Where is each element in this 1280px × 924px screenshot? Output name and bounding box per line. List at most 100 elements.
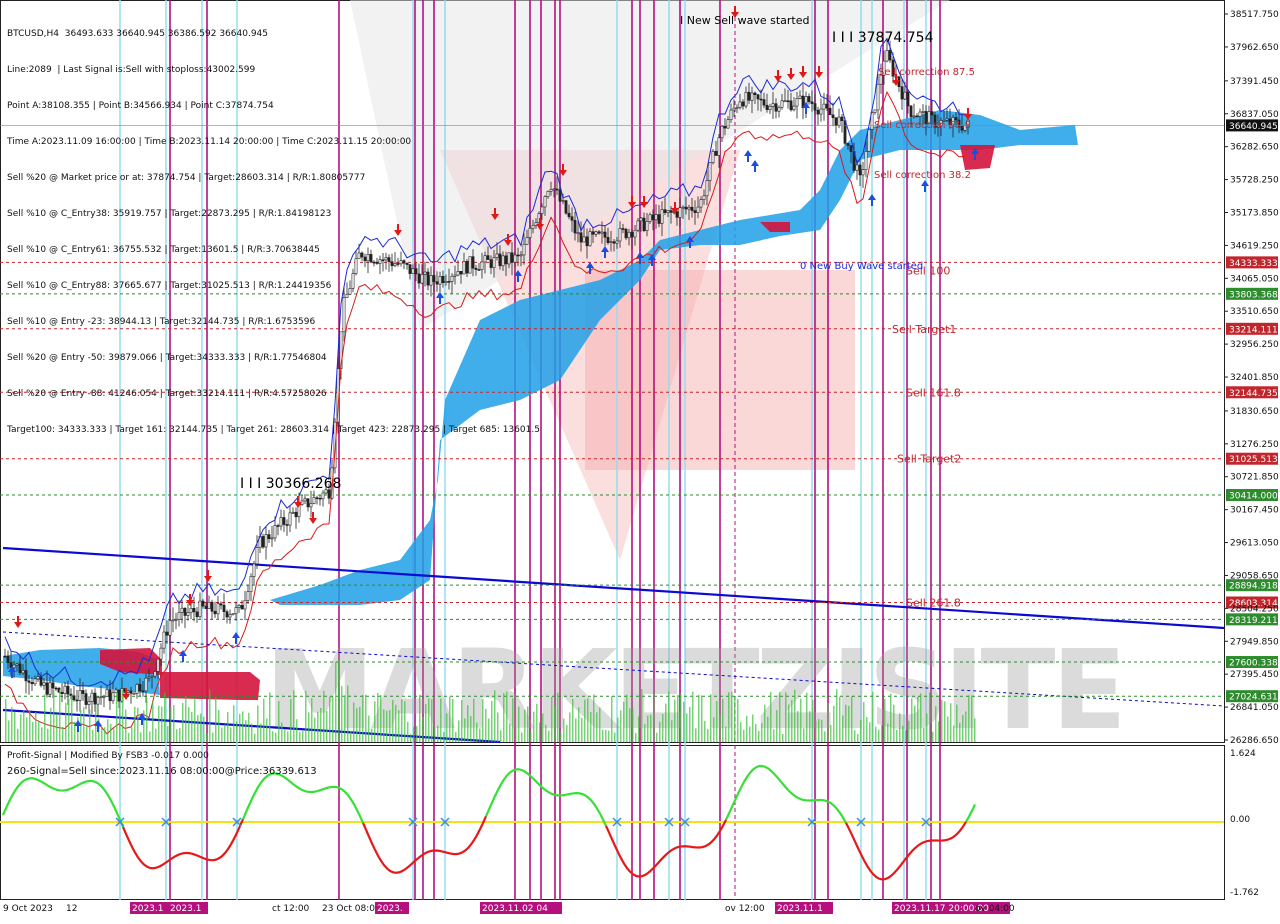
candle-body bbox=[837, 116, 841, 126]
candle-body bbox=[798, 95, 802, 99]
volume-bar bbox=[377, 693, 379, 742]
candle-body bbox=[306, 498, 310, 508]
current-price-value: 36640.945 bbox=[1229, 122, 1278, 132]
candle-body bbox=[555, 188, 559, 191]
candle-body bbox=[921, 111, 925, 113]
volume-bar bbox=[137, 707, 139, 742]
volume-bar bbox=[605, 729, 607, 742]
candle-body bbox=[681, 206, 685, 209]
candle-body bbox=[831, 114, 835, 118]
candle-body bbox=[687, 206, 691, 210]
volume-bar bbox=[44, 694, 46, 742]
candle-body bbox=[612, 241, 616, 244]
candle-body bbox=[234, 607, 238, 614]
candle-body bbox=[786, 100, 790, 103]
candle-body bbox=[213, 610, 217, 615]
volume-bar bbox=[608, 730, 610, 742]
volume-bar bbox=[623, 701, 625, 742]
candle-body bbox=[732, 107, 736, 111]
price-level-value: 33803.368 bbox=[1229, 290, 1278, 300]
candle-body bbox=[51, 682, 55, 689]
candle-body bbox=[183, 607, 187, 616]
candle-body bbox=[45, 682, 49, 695]
indicator-title: Profit-Signal | Modified By FSB3 -0.017 … bbox=[7, 751, 209, 761]
candle-body bbox=[165, 631, 169, 636]
volume-bar bbox=[839, 696, 841, 742]
candle-body bbox=[174, 619, 178, 621]
volume-bar bbox=[302, 731, 304, 742]
candle-body bbox=[75, 699, 79, 702]
volume-bar bbox=[791, 700, 793, 742]
volume-bar bbox=[473, 698, 475, 742]
volume-bar bbox=[320, 707, 322, 742]
candle-body bbox=[108, 689, 112, 702]
volume-bar bbox=[524, 709, 526, 742]
volume-bar bbox=[836, 689, 838, 742]
candle-body bbox=[915, 115, 919, 118]
candle-body bbox=[249, 576, 253, 592]
volume-bar bbox=[278, 701, 280, 742]
candle-body bbox=[588, 231, 592, 247]
volume-bar bbox=[701, 695, 703, 742]
volume-bar bbox=[53, 690, 55, 742]
price-axis-label: 35728.250 bbox=[1230, 176, 1279, 186]
time-axis-label: 2023. bbox=[377, 904, 403, 914]
volume-bar bbox=[959, 722, 961, 742]
volume-bar bbox=[968, 695, 970, 742]
volume-bar bbox=[398, 710, 400, 742]
volume-bar bbox=[404, 701, 406, 742]
info-line: Line:2089 | Last Signal is:Sell with sto… bbox=[7, 65, 256, 75]
candle-body bbox=[156, 658, 160, 672]
candle-body bbox=[627, 231, 631, 239]
volume-bar bbox=[41, 727, 43, 742]
time-axis-label: 2023.11.1 bbox=[777, 904, 823, 914]
candle-body bbox=[807, 96, 811, 103]
candle-body bbox=[624, 228, 628, 239]
volume-bar bbox=[260, 723, 262, 742]
volume-bar bbox=[122, 689, 124, 742]
volume-bar bbox=[857, 733, 859, 742]
candle-body bbox=[90, 692, 94, 702]
candle-body bbox=[96, 696, 100, 705]
volume-bar bbox=[707, 729, 709, 742]
volume-bar bbox=[527, 706, 529, 742]
volume-bar bbox=[239, 713, 241, 742]
price-level-value: 34333.333 bbox=[1229, 259, 1278, 269]
volume-bar bbox=[830, 725, 832, 742]
candle-body bbox=[645, 221, 649, 231]
volume-bar bbox=[281, 722, 283, 742]
volume-bar bbox=[158, 705, 160, 742]
volume-bar bbox=[869, 722, 871, 742]
volume-bar bbox=[233, 705, 235, 742]
volume-bar bbox=[719, 714, 721, 742]
volume-bar bbox=[392, 699, 394, 742]
volume-bar bbox=[125, 709, 127, 742]
volume-bar bbox=[194, 698, 196, 742]
chart-window[interactable]: MARKETZISITE 34333.333 Sell 100 33803.368 33… bbox=[0, 0, 1280, 920]
volume-bar bbox=[419, 694, 421, 742]
volume-bar bbox=[479, 728, 481, 742]
candle-body bbox=[693, 210, 697, 213]
volume-bar bbox=[815, 720, 817, 742]
volume-bar bbox=[173, 705, 175, 742]
volume-bar bbox=[266, 718, 268, 742]
volume-bar bbox=[659, 721, 661, 742]
volume-bar bbox=[341, 686, 343, 742]
volume-bar bbox=[365, 694, 367, 742]
candle-body bbox=[816, 109, 820, 115]
indicator-axis-label: 0.00 bbox=[1230, 815, 1250, 825]
volume-bar bbox=[530, 731, 532, 742]
candle-body bbox=[243, 599, 247, 610]
volume-bar bbox=[263, 698, 265, 742]
volume-bar bbox=[149, 731, 151, 742]
candle-body bbox=[102, 696, 106, 698]
volume-bar bbox=[944, 701, 946, 742]
volume-bar bbox=[689, 707, 691, 742]
volume-bar bbox=[674, 699, 676, 742]
indicator-axis-label: -1.762 bbox=[1230, 888, 1259, 898]
price-axis-label: 31276.250 bbox=[1230, 440, 1279, 450]
volume-bar bbox=[794, 689, 796, 742]
volume-bar bbox=[584, 699, 586, 742]
volume-bar bbox=[803, 728, 805, 742]
price-axis-label: 34619.250 bbox=[1230, 241, 1279, 251]
